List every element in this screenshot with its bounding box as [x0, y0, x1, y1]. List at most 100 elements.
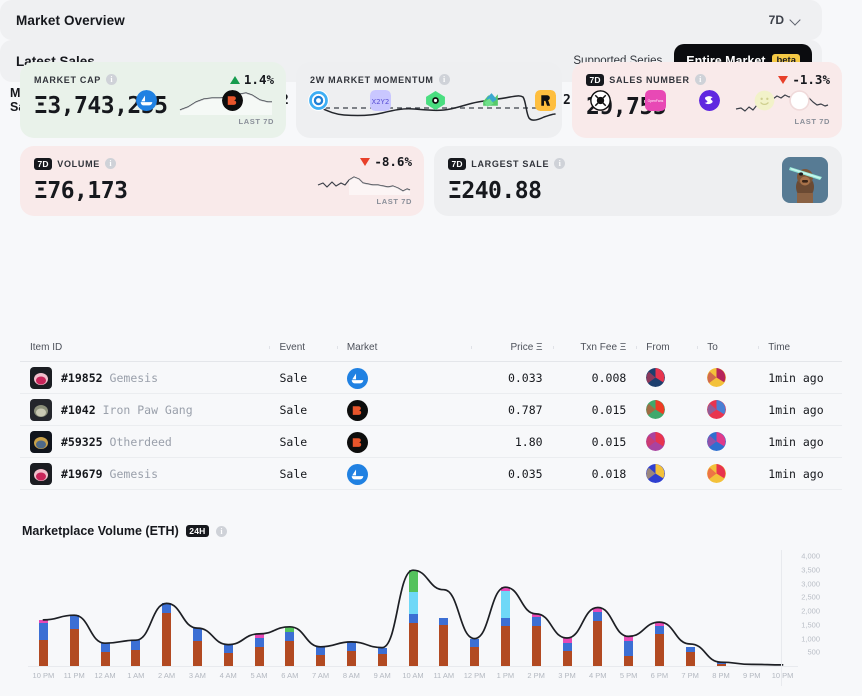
y-tick-label: 3,500 [801, 565, 820, 575]
time-range-select[interactable]: 7D [763, 9, 806, 31]
chart-bar[interactable] [223, 644, 233, 666]
bar-segment-opensea [500, 626, 510, 666]
info-icon[interactable]: i [438, 74, 450, 85]
cell-from[interactable] [636, 368, 697, 387]
largest-sale-thumbnail[interactable] [782, 157, 828, 203]
chart-bar[interactable] [346, 641, 356, 666]
chart-bar[interactable] [316, 646, 326, 666]
chart-bar[interactable] [470, 638, 480, 666]
chart-bar[interactable] [654, 622, 664, 666]
table-row[interactable]: #59325 Otherdeed Sale 1.80 0.015 1min ago [20, 426, 842, 458]
bar-segment-blur [624, 641, 634, 656]
bar-segment-blur [500, 618, 510, 627]
cell-market[interactable] [337, 432, 471, 453]
bar-segment-blur [100, 643, 110, 653]
y-tick-label: 4,000 [801, 551, 820, 561]
chart-bar[interactable] [131, 640, 141, 666]
bar-segment-opensea [408, 623, 418, 666]
cell-from[interactable] [636, 464, 697, 483]
chart-bar[interactable] [192, 628, 202, 666]
marketplace-filter-empty[interactable] [789, 89, 811, 111]
chart-bar[interactable] [562, 638, 572, 666]
cell-to[interactable] [697, 400, 758, 419]
cell-time: 1min ago [768, 434, 824, 449]
bar-segment-x2y2 [408, 591, 418, 615]
stat-delta: 1.4% [178, 72, 274, 87]
chart-bar[interactable] [500, 587, 510, 666]
chart-bar[interactable] [408, 570, 418, 666]
sparkline-caption: LAST 7D [794, 117, 830, 126]
chart-bar[interactable] [685, 646, 695, 666]
y-tick-label: 500 [807, 647, 820, 657]
cell-to[interactable] [697, 464, 758, 483]
x-tick-label: 4 PM [589, 671, 607, 680]
bar-segment-blur [131, 640, 141, 650]
x-tick-label: 5 PM [619, 671, 638, 680]
chart-bar[interactable] [531, 613, 541, 666]
item-thumbnail [30, 366, 52, 389]
item-id-text: #59325 [61, 434, 103, 449]
stat-card-largest-sale[interactable]: 7D LARGEST SALE i Ξ240.88 [434, 146, 842, 216]
chart-bar[interactable] [439, 617, 449, 666]
bar-segment-opensea [685, 652, 695, 666]
cell-txn-fee: 0.015 [591, 434, 627, 449]
cell-to[interactable] [697, 432, 758, 451]
column-header-txn-fee[interactable]: Txn Fee Ξ [552, 342, 637, 353]
bar-segment-opensea [624, 655, 634, 666]
column-header-item-id[interactable]: Item ID [20, 342, 269, 353]
marketplace-filter-smiley[interactable] [754, 90, 775, 111]
chart-bar[interactable] [254, 633, 264, 666]
column-header-from[interactable]: From [636, 342, 697, 353]
chart-bar[interactable] [100, 643, 110, 666]
blur-icon [346, 400, 368, 421]
cell-item-id[interactable]: #1042 Iron Paw Gang [20, 398, 269, 421]
column-header-price[interactable]: Price Ξ [470, 342, 553, 353]
item-id-text: #19852 [61, 370, 103, 385]
x-tick-label: 7 PM [681, 671, 699, 680]
info-icon[interactable]: i [215, 525, 227, 537]
bar-segment-opensea [192, 641, 202, 666]
cell-from[interactable] [636, 432, 697, 451]
marketplace-filter-rarible[interactable]: 2 [534, 89, 571, 111]
x-tick-label: 6 AM [281, 671, 299, 680]
info-icon[interactable]: i [694, 74, 706, 86]
cell-market[interactable] [337, 464, 471, 485]
info-icon[interactable]: i [554, 158, 566, 170]
x-tick-label: 4 AM [219, 671, 237, 680]
chart-bar[interactable] [69, 615, 79, 666]
chart-bar[interactable] [162, 603, 172, 666]
cell-item-id[interactable]: #19679 Gemesis [20, 462, 269, 485]
chart-bar[interactable] [38, 619, 48, 666]
bar-segment-opensea [593, 620, 603, 666]
rarible-icon [534, 89, 556, 111]
opensea-icon [346, 464, 368, 485]
chart-bar[interactable] [285, 626, 295, 666]
bar-segment-opensea [285, 641, 295, 666]
stat-card-volume[interactable]: 7D VOLUME i Ξ76,173 -8.6% LAST 7D [20, 146, 424, 216]
table-row[interactable]: #19679 Gemesis Sale 0.035 0.018 1min ago [20, 458, 842, 490]
stat-period-badge: 7D [34, 158, 53, 170]
info-icon[interactable]: i [106, 74, 117, 85]
column-header-to[interactable]: To [697, 342, 758, 353]
cell-market[interactable] [337, 368, 471, 389]
cell-from[interactable] [636, 400, 697, 419]
chart-bar[interactable] [624, 636, 634, 666]
x-tick-label: 3 PM [558, 671, 576, 680]
column-header-event[interactable]: Event [269, 342, 336, 353]
table-row[interactable]: #1042 Iron Paw Gang Sale 0.787 0.015 1min ago [20, 394, 842, 426]
cell-market[interactable] [337, 400, 471, 421]
chart-bar[interactable] [593, 607, 603, 666]
cell-to[interactable] [697, 368, 758, 387]
column-header-market[interactable]: Market [336, 342, 471, 353]
stat-label: 2W MARKET MOMENTUM [310, 74, 434, 85]
chart-bar[interactable] [377, 647, 387, 666]
column-header-time[interactable]: Time [758, 342, 842, 353]
info-icon[interactable]: i [104, 158, 116, 170]
sparkline-caption: LAST 7D [376, 197, 412, 206]
cell-item-id[interactable]: #19852 Gemesis [20, 366, 269, 389]
collection-name: Gemesis [109, 466, 159, 481]
table-row[interactable]: #19852 Gemesis Sale 0.033 0.008 1min ago [20, 362, 842, 394]
stat-delta-value: -1.3% [792, 72, 830, 87]
looksrare-icon [307, 89, 329, 111]
cell-item-id[interactable]: #59325 Otherdeed [20, 430, 269, 453]
